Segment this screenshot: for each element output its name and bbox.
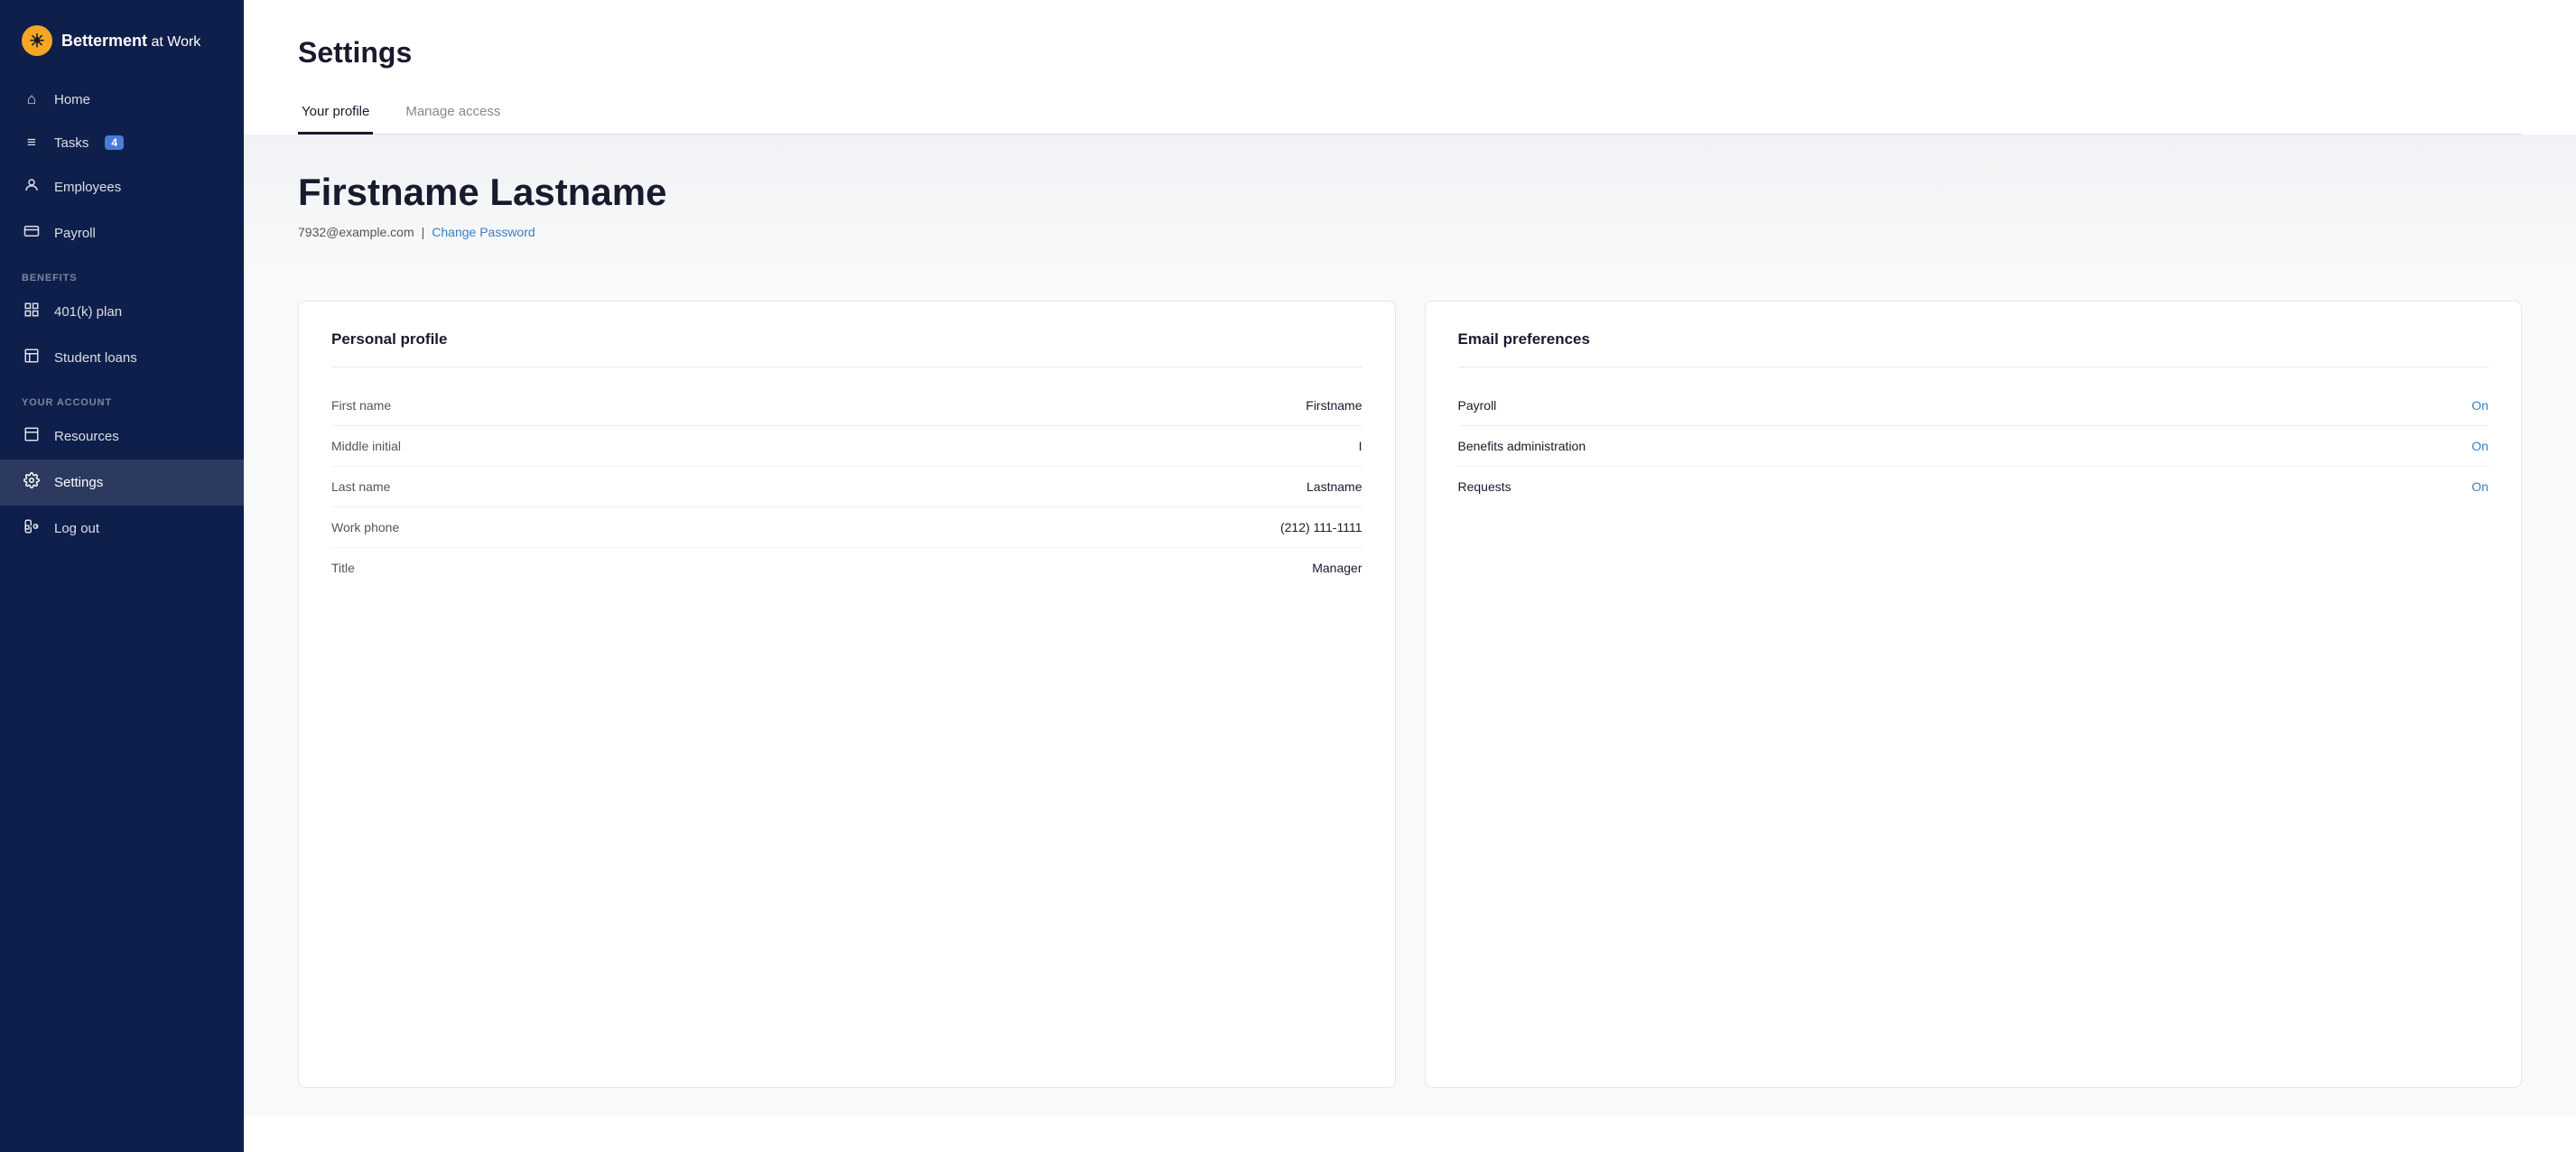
nav-item-settings[interactable]: Settings [0, 460, 244, 506]
tabs-bar: Your profile Manage access [298, 95, 2522, 135]
field-label-lastname: Last name [331, 479, 390, 494]
main-content: Settings Your profile Manage access Firs… [244, 0, 2576, 1152]
pref-label-benefits: Benefits administration [1458, 439, 1586, 453]
personal-profile-title: Personal profile [331, 330, 1362, 348]
pref-status-benefits[interactable]: On [2471, 439, 2488, 453]
pref-status-requests[interactable]: On [2471, 479, 2488, 494]
field-value-title: Manager [1312, 561, 1362, 575]
sidebar: ☀ Betterment at Work Home Tasks 4 Employ… [0, 0, 244, 1152]
tab-your-profile[interactable]: Your profile [298, 95, 373, 135]
email-pref-requests: Requests On [1458, 467, 2489, 506]
home-icon [22, 90, 42, 108]
nav-label-settings: Settings [54, 475, 103, 490]
profile-email: 7932@example.com [298, 225, 414, 239]
nav-item-payroll[interactable]: Payroll [0, 210, 244, 256]
logo[interactable]: ☀ Betterment at Work [0, 0, 244, 78]
nav-item-tasks[interactable]: Tasks 4 [0, 121, 244, 164]
pref-label-payroll: Payroll [1458, 398, 1497, 413]
nav-label-logout: Log out [54, 521, 99, 536]
nav-item-resources[interactable]: Resources [0, 413, 244, 460]
field-value-firstname: Firstname [1306, 398, 1362, 413]
logout-icon [22, 518, 42, 539]
payroll-icon [22, 223, 42, 244]
pref-status-payroll[interactable]: On [2471, 398, 2488, 413]
nav-label-tasks: Tasks [54, 135, 88, 151]
profile-full-name: Firstname Lastname [298, 171, 2522, 214]
page-title: Settings [298, 36, 2522, 70]
field-label-phone: Work phone [331, 520, 399, 534]
nav-label-401k: 401(k) plan [54, 304, 122, 320]
tab-manage-access[interactable]: Manage access [402, 95, 504, 135]
nav-label-employees: Employees [54, 180, 121, 195]
account-section-label: YOUR ACCOUNT [0, 381, 244, 413]
email-pref-benefits: Benefits administration On [1458, 426, 2489, 467]
nav-item-logout[interactable]: Log out [0, 506, 244, 552]
nav-item-home[interactable]: Home [0, 78, 244, 121]
tasks-badge: 4 [105, 135, 124, 150]
resources-icon [22, 426, 42, 447]
email-separator: | [422, 225, 425, 239]
pref-label-requests: Requests [1458, 479, 1511, 494]
logo-suffix: at Work [147, 34, 200, 50]
profile-field-firstname: First name Firstname [331, 386, 1362, 426]
profile-field-middle: Middle initial I [331, 426, 1362, 467]
field-label-title: Title [331, 561, 355, 575]
logo-icon: ☀ [22, 25, 52, 56]
profile-field-phone: Work phone (212) 111-1111 [331, 507, 1362, 548]
profile-hero: Firstname Lastname 7932@example.com | Ch… [244, 135, 2576, 272]
nav-item-student-loans[interactable]: Student loans [0, 335, 244, 381]
nav-label-home: Home [54, 92, 90, 107]
401k-icon [22, 302, 42, 322]
nav-label-student-loans: Student loans [54, 350, 137, 366]
employees-icon [22, 177, 42, 198]
field-label-firstname: First name [331, 398, 391, 413]
loans-icon [22, 348, 42, 368]
nav-item-401k[interactable]: 401(k) plan [0, 289, 244, 335]
profile-email-row: 7932@example.com | Change Password [298, 225, 2522, 239]
change-password-link[interactable]: Change Password [432, 225, 535, 239]
email-preferences-title: Email preferences [1458, 330, 2489, 348]
email-preferences-card: Email preferences Payroll On Benefits ad… [1425, 301, 2523, 1088]
field-value-middle: I [1359, 439, 1362, 453]
field-value-phone: (212) 111-1111 [1280, 520, 1362, 534]
nav-label-resources: Resources [54, 429, 119, 444]
logo-name: Betterment [61, 32, 147, 50]
benefits-section-label: BENEFITS [0, 256, 244, 289]
tasks-icon [22, 134, 42, 152]
email-pref-payroll: Payroll On [1458, 386, 2489, 426]
settings-icon [22, 472, 42, 493]
nav-label-payroll: Payroll [54, 226, 96, 241]
personal-profile-card: Personal profile First name Firstname Mi… [298, 301, 1396, 1088]
cards-area: Personal profile First name Firstname Mi… [244, 272, 2576, 1117]
profile-field-lastname: Last name Lastname [331, 467, 1362, 507]
field-label-middle: Middle initial [331, 439, 401, 453]
nav-item-employees[interactable]: Employees [0, 164, 244, 210]
page-header: Settings Your profile Manage access [244, 0, 2576, 135]
profile-field-title: Title Manager [331, 548, 1362, 588]
field-value-lastname: Lastname [1307, 479, 1362, 494]
